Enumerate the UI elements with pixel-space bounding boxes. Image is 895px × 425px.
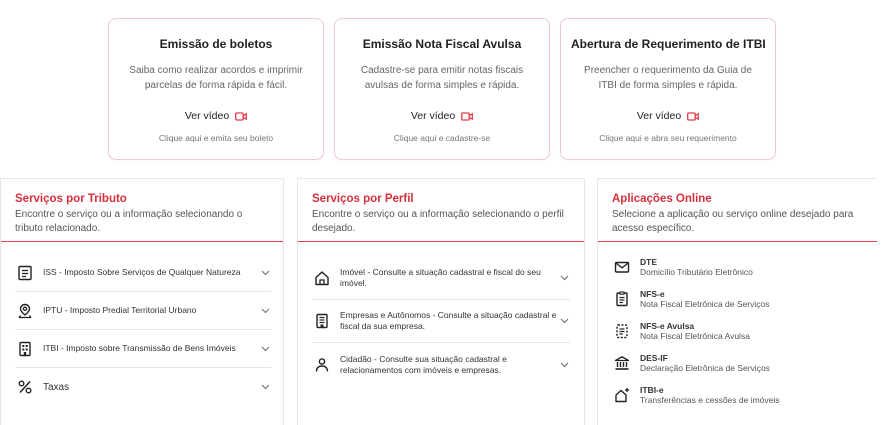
panel-aplicacoes-online: Aplicações Online Selecione a aplicação … bbox=[597, 178, 877, 425]
tributo-item-itbi[interactable]: ITBI - Imposto sobre Transmissão de Bens… bbox=[15, 330, 271, 368]
tributo-item-label: IPTU - Imposto Predial Territorial Urban… bbox=[43, 305, 197, 315]
app-item-description: Transferências e cessões de imóveis bbox=[640, 394, 780, 405]
card-hint-link[interactable]: Clique aqui e emita seu boleto bbox=[109, 133, 323, 143]
panel-subtitle: Encontre o serviço ou a informação selec… bbox=[312, 209, 564, 234]
bank-icon bbox=[612, 353, 632, 373]
app-item-des-if[interactable]: DES-IF Declaração Eletrônica de Serviços bbox=[612, 347, 877, 379]
panel-title: Serviços por Perfil bbox=[312, 193, 414, 205]
panel-header: Serviços por Tributo Encontre o serviço … bbox=[1, 179, 283, 242]
card-title: Abertura de Requerimento de ITBI bbox=[571, 37, 766, 51]
video-link[interactable]: Ver vídeo bbox=[561, 110, 775, 122]
card-emissao-boletos: Emissão de boletos Saiba como realizar a… bbox=[108, 18, 324, 160]
chevron-down-icon bbox=[558, 362, 570, 368]
house-plus-icon bbox=[612, 385, 632, 405]
app-item-name: ITBI-e bbox=[640, 384, 664, 395]
video-camera-icon bbox=[687, 111, 700, 121]
card-title: Emissão Nota Fiscal Avulsa bbox=[362, 37, 522, 51]
video-camera-icon bbox=[235, 111, 248, 121]
card-description: Saiba como realizar acordos e imprimir p… bbox=[129, 65, 303, 91]
panel-subtitle: Encontre o serviço ou a informação selec… bbox=[15, 209, 243, 234]
panel-header: Serviços por Perfil Encontre o serviço o… bbox=[298, 179, 584, 242]
app-item-description: Declaração Eletrônica de Serviços bbox=[640, 362, 770, 373]
app-item-name: DTE bbox=[640, 256, 657, 267]
perfil-item-label: Imóvel - Consulte a situação cadastral e… bbox=[340, 267, 541, 288]
panel-header: Aplicações Online Selecione a aplicação … bbox=[598, 179, 877, 242]
perfil-item-imovel[interactable]: Imóvel - Consulte a situação cadastral e… bbox=[312, 257, 570, 300]
tributo-item-iss[interactable]: ISS - Imposto Sobre Serviços de Qualquer… bbox=[15, 254, 271, 292]
video-link-label: Ver vídeo bbox=[184, 110, 230, 122]
invoice-dashed-icon bbox=[612, 321, 632, 341]
app-item-description: Nota Fiscal Eletrônica Avulsa bbox=[640, 330, 750, 341]
video-link-label: Ver vídeo bbox=[410, 110, 456, 122]
chevron-down-icon bbox=[558, 275, 570, 281]
tributo-item-label: ISS - Imposto Sobre Serviços de Qualquer… bbox=[43, 267, 241, 277]
perfil-item-empresas[interactable]: Empresas e Autônomos - Consulte a situaç… bbox=[312, 300, 570, 343]
app-item-name: DES-IF bbox=[640, 352, 668, 363]
panel-title: Serviços por Tributo bbox=[15, 193, 127, 205]
card-hint-link[interactable]: Clique aqui e abra seu requerimento bbox=[561, 133, 775, 143]
tributo-list: ISS - Imposto Sobre Serviços de Qualquer… bbox=[1, 242, 283, 406]
tributo-item-label: ITBI - Imposto sobre Transmissão de Bens… bbox=[43, 343, 236, 353]
tributo-item-iptu[interactable]: IPTU - Imposto Predial Territorial Urban… bbox=[15, 292, 271, 330]
location-icon bbox=[15, 301, 35, 321]
perfil-item-label: Cidadão - Consulte sua situação cadastra… bbox=[340, 353, 507, 375]
building-icon bbox=[312, 311, 332, 331]
app-item-nfse[interactable]: NFS-e Nota Fiscal Eletrônica de Serviços bbox=[612, 283, 877, 315]
chevron-down-icon bbox=[259, 308, 271, 314]
app-item-name: NFS-e bbox=[640, 288, 665, 299]
app-item-dte[interactable]: DTE Domicílio Tributário Eletrônico bbox=[612, 251, 877, 283]
card-title: Emissão de boletos bbox=[159, 37, 273, 51]
card-description: Preencher o requerimento da Guia de ITBI… bbox=[584, 65, 752, 91]
panel-servicos-por-perfil: Serviços por Perfil Encontre o serviço o… bbox=[297, 178, 585, 425]
perfil-item-cidadao[interactable]: Cidadão - Consulte sua situação cadastra… bbox=[312, 343, 570, 386]
app-item-nfse-avulsa[interactable]: NFS-e Avulsa Nota Fiscal Eletrônica Avul… bbox=[612, 315, 877, 347]
envelope-icon bbox=[612, 257, 632, 277]
card-nota-fiscal-avulsa: Emissão Nota Fiscal Avulsa Cadastre-se p… bbox=[334, 18, 550, 160]
app-item-description: Domicílio Tributário Eletrônico bbox=[640, 266, 753, 277]
card-description: Cadastre-se para emitir notas fiscais av… bbox=[360, 65, 524, 91]
video-link[interactable]: Ver vídeo bbox=[335, 110, 549, 122]
online-list: DTE Domicílio Tributário Eletrônico NFS-… bbox=[598, 242, 877, 411]
chevron-down-icon bbox=[259, 270, 271, 276]
document-icon bbox=[15, 263, 35, 283]
app-item-description: Nota Fiscal Eletrônica de Serviços bbox=[640, 298, 770, 309]
panel-subtitle: Selecione a aplicação ou serviço online … bbox=[612, 209, 854, 234]
tributo-item-taxas[interactable]: Taxas bbox=[15, 368, 271, 406]
person-icon bbox=[312, 355, 332, 375]
tributo-item-label: Taxas bbox=[43, 381, 70, 393]
chevron-down-icon bbox=[259, 346, 271, 352]
video-camera-icon bbox=[461, 111, 474, 121]
video-link-label: Ver vídeo bbox=[636, 110, 682, 122]
perfil-item-label: Empresas e Autônomos - Consulte a situaç… bbox=[340, 310, 557, 331]
card-requerimento-itbi: Abertura de Requerimento de ITBI Preench… bbox=[560, 18, 776, 160]
panel-servicos-por-tributo: Serviços por Tributo Encontre o serviço … bbox=[0, 178, 284, 425]
panel-title: Aplicações Online bbox=[612, 193, 712, 205]
perfil-list: Imóvel - Consulte a situação cadastral e… bbox=[298, 242, 584, 386]
app-item-itbi-e[interactable]: ITBI-e Transferências e cessões de imóve… bbox=[612, 379, 877, 411]
chevron-down-icon bbox=[558, 318, 570, 324]
chevron-down-icon bbox=[259, 384, 271, 390]
card-hint-link[interactable]: Clique aqui e cadastre-se bbox=[335, 133, 549, 143]
app-item-name: NFS-e Avulsa bbox=[640, 320, 695, 331]
video-link[interactable]: Ver vídeo bbox=[109, 110, 323, 122]
building-doc-icon bbox=[15, 339, 35, 359]
percent-icon bbox=[15, 377, 35, 397]
house-icon bbox=[312, 268, 332, 288]
invoice-icon bbox=[612, 289, 632, 309]
